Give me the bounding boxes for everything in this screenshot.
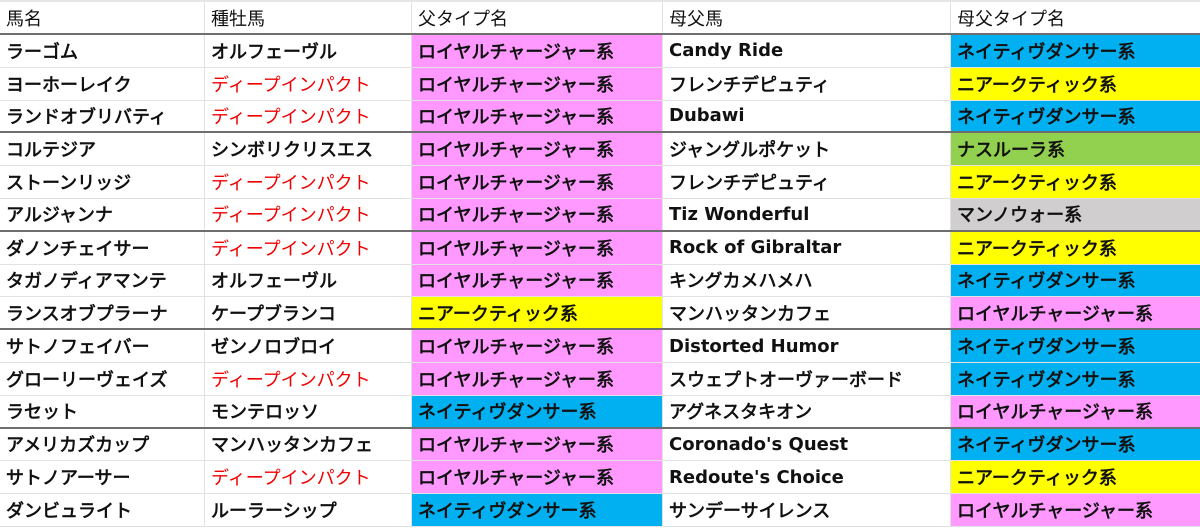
sire-cell[interactable]: ディープインパクト	[205, 362, 412, 395]
dam-sire-type-cell[interactable]: ネイティヴダンサー系	[951, 428, 1200, 461]
sire-type-cell[interactable]: ロイヤルチャージャー系	[412, 198, 663, 230]
dam-sire-type-cell[interactable]: ロイヤルチャージャー系	[951, 494, 1200, 526]
dam-sire-type-cell[interactable]: ニアークティック系	[951, 166, 1200, 198]
header-dam-sire[interactable]: 母父馬	[663, 2, 951, 33]
sire-cell[interactable]: ディープインパクト	[205, 67, 412, 100]
horse-name-cell[interactable]: グローリーヴェイズ	[0, 362, 205, 395]
sire-type-cell[interactable]: ネイティヴダンサー系	[412, 494, 663, 526]
horse-name-cell[interactable]: タガノディアマンテ	[0, 264, 205, 297]
horse-name-cell[interactable]: コルテジア	[0, 133, 205, 166]
horse-name-cell[interactable]: サトノフェイバー	[0, 330, 205, 362]
sire-cell[interactable]: マンハッタンカフェ	[205, 428, 412, 461]
table-row: サトノフェイバー ゼンノロブロイ ロイヤルチャージャー系 Distorted Humo…	[0, 330, 1200, 363]
sire-type-cell[interactable]: ロイヤルチャージャー系	[412, 362, 663, 395]
dam-sire-cell[interactable]: アグネスタキオン	[663, 395, 951, 427]
horse-name-cell[interactable]: サトノアーサー	[0, 461, 205, 494]
sire-cell[interactable]: モンテロッソ	[205, 395, 412, 427]
sire-type-cell[interactable]: ロイヤルチャージャー系	[412, 330, 663, 362]
sire-cell[interactable]: オルフェーヴル	[205, 35, 412, 67]
dam-sire-cell[interactable]: Distorted Humor	[663, 330, 951, 362]
table-row: アメリカズカップ マンハッタンカフェ ロイヤルチャージャー系 Coronado's Q…	[0, 428, 1200, 462]
dam-sire-cell[interactable]: Candy Ride	[663, 35, 951, 67]
horse-name-cell[interactable]: ランスオブプラーナ	[0, 297, 205, 329]
dam-sire-type-cell[interactable]: ニアークティック系	[951, 67, 1200, 100]
horse-name-cell[interactable]: ダノンチェイサー	[0, 231, 205, 264]
table-row: ランドオブリバティ ディープインパクト ロイヤルチャージャー系 Dubawi ネイティヴ…	[0, 100, 1200, 134]
horse-name-cell[interactable]: アルジャンナ	[0, 198, 205, 230]
dam-sire-cell[interactable]: ジャングルポケット	[663, 133, 951, 166]
sire-type-cell[interactable]: ロイヤルチャージャー系	[412, 35, 663, 67]
sire-cell[interactable]: ケープブランコ	[205, 297, 412, 329]
sire-type-cell[interactable]: ロイヤルチャージャー系	[412, 166, 663, 198]
horse-name-cell[interactable]: ラーゴム	[0, 35, 205, 67]
table-row: アルジャンナ ディープインパクト ロイヤルチャージャー系 Tiz Wonderful マ…	[0, 198, 1200, 232]
horse-name-cell[interactable]: ランドオブリバティ	[0, 100, 205, 132]
table-row: タガノディアマンテ オルフェーヴル ロイヤルチャージャー系 キングカメハメハ ネイティヴ…	[0, 264, 1200, 298]
table-row: ランスオブプラーナ ケープブランコ ニアークティック系 マンハッタンカフェ ロイヤルチャ…	[0, 297, 1200, 331]
dam-sire-cell[interactable]: フレンチデピュティ	[663, 67, 951, 100]
dam-sire-cell[interactable]: キングカメハメハ	[663, 264, 951, 297]
dam-sire-type-cell[interactable]: ネイティヴダンサー系	[951, 35, 1200, 67]
header-sire-type[interactable]: 父タイプ名	[412, 2, 663, 33]
dam-sire-type-cell[interactable]: ネイティヴダンサー系	[951, 362, 1200, 395]
table-row: ラーゴム オルフェーヴル ロイヤルチャージャー系 Candy Ride ネイティヴダンサ…	[0, 35, 1200, 68]
sire-type-cell[interactable]: ロイヤルチャージャー系	[412, 461, 663, 494]
sire-cell[interactable]: ディープインパクト	[205, 461, 412, 494]
table-row: コルテジア シンボリクリスエス ロイヤルチャージャー系 ジャングルポケット ナスルーラ系	[0, 133, 1200, 167]
table-row: ダンビュライト ルーラーシップ ネイティヴダンサー系 サンデーサイレンス ロイヤルチャー…	[0, 494, 1200, 527]
table-row: ストーンリッジ ディープインパクト ロイヤルチャージャー系 フレンチデピュティ ニアーク…	[0, 166, 1200, 199]
sire-cell[interactable]: ディープインパクト	[205, 231, 412, 264]
dam-sire-cell[interactable]: マンハッタンカフェ	[663, 297, 951, 329]
dam-sire-type-cell[interactable]: ナスルーラ系	[951, 133, 1200, 166]
dam-sire-cell[interactable]: フレンチデピュティ	[663, 166, 951, 198]
header-horse-name[interactable]: 馬名	[0, 2, 205, 33]
table-body: ラーゴム オルフェーヴル ロイヤルチャージャー系 Candy Ride ネイティヴダンサ…	[0, 35, 1200, 527]
sire-cell[interactable]: シンボリクリスエス	[205, 133, 412, 166]
dam-sire-type-cell[interactable]: ニアークティック系	[951, 461, 1200, 494]
dam-sire-type-cell[interactable]: マンノウォー系	[951, 198, 1200, 230]
dam-sire-type-cell[interactable]: ネイティヴダンサー系	[951, 264, 1200, 297]
sire-type-cell[interactable]: ロイヤルチャージャー系	[412, 133, 663, 166]
horse-name-cell[interactable]: アメリカズカップ	[0, 428, 205, 461]
dam-sire-type-cell[interactable]: ロイヤルチャージャー系	[951, 395, 1200, 427]
sire-cell[interactable]: ゼンノロブロイ	[205, 330, 412, 362]
sire-cell[interactable]: ディープインパクト	[205, 100, 412, 132]
sire-type-cell[interactable]: ロイヤルチャージャー系	[412, 231, 663, 264]
horse-name-cell[interactable]: ストーンリッジ	[0, 166, 205, 198]
dam-sire-cell[interactable]: スウェプトオーヴァーボード	[663, 362, 951, 395]
dam-sire-cell[interactable]: サンデーサイレンス	[663, 494, 951, 526]
table-row: サトノアーサー ディープインパクト ロイヤルチャージャー系 Redoute's Cho…	[0, 461, 1200, 495]
horse-name-cell[interactable]: ヨーホーレイク	[0, 67, 205, 100]
sire-type-cell[interactable]: ロイヤルチャージャー系	[412, 100, 663, 132]
dam-sire-cell[interactable]: Rock of Gibraltar	[663, 231, 951, 264]
horse-name-cell[interactable]: ダンビュライト	[0, 494, 205, 526]
horse-name-cell[interactable]: ラセット	[0, 395, 205, 427]
header-row: 馬名 種牡馬 父タイプ名 母父馬 母父タイプ名	[0, 2, 1200, 35]
dam-sire-type-cell[interactable]: ニアークティック系	[951, 231, 1200, 264]
sire-type-cell[interactable]: ニアークティック系	[412, 297, 663, 329]
sire-cell[interactable]: ディープインパクト	[205, 166, 412, 198]
table-row: グローリーヴェイズ ディープインパクト ロイヤルチャージャー系 スウェプトオーヴァーボ…	[0, 362, 1200, 396]
dam-sire-cell[interactable]: Tiz Wonderful	[663, 198, 951, 230]
sire-cell[interactable]: ディープインパクト	[205, 198, 412, 230]
table-row: ヨーホーレイク ディープインパクト ロイヤルチャージャー系 フレンチデピュティ ニアーク…	[0, 67, 1200, 101]
dam-sire-cell[interactable]: Coronado's Quest	[663, 428, 951, 461]
dam-sire-type-cell[interactable]: ロイヤルチャージャー系	[951, 297, 1200, 329]
header-sire[interactable]: 種牡馬	[205, 2, 412, 33]
sire-cell[interactable]: オルフェーヴル	[205, 264, 412, 297]
sire-type-cell[interactable]: ロイヤルチャージャー系	[412, 428, 663, 461]
sire-type-cell[interactable]: ロイヤルチャージャー系	[412, 67, 663, 100]
sire-type-cell[interactable]: ネイティヴダンサー系	[412, 395, 663, 427]
table-row: ラセット モンテロッソ ネイティヴダンサー系 アグネスタキオン ロイヤルチャージャー系	[0, 395, 1200, 429]
sire-cell[interactable]: ルーラーシップ	[205, 494, 412, 526]
dam-sire-type-cell[interactable]: ネイティヴダンサー系	[951, 100, 1200, 132]
header-dam-sire-type[interactable]: 母父タイプ名	[951, 2, 1200, 33]
spreadsheet: 馬名 種牡馬 父タイプ名 母父馬 母父タイプ名 ラーゴム オルフェーヴル ロイヤルチ…	[0, 0, 1200, 527]
table-row: ダノンチェイサー ディープインパクト ロイヤルチャージャー系 Rock of Gibr…	[0, 231, 1200, 265]
dam-sire-cell[interactable]: Dubawi	[663, 100, 951, 132]
sire-type-cell[interactable]: ロイヤルチャージャー系	[412, 264, 663, 297]
dam-sire-cell[interactable]: Redoute's Choice	[663, 461, 951, 494]
dam-sire-type-cell[interactable]: ネイティヴダンサー系	[951, 330, 1200, 362]
